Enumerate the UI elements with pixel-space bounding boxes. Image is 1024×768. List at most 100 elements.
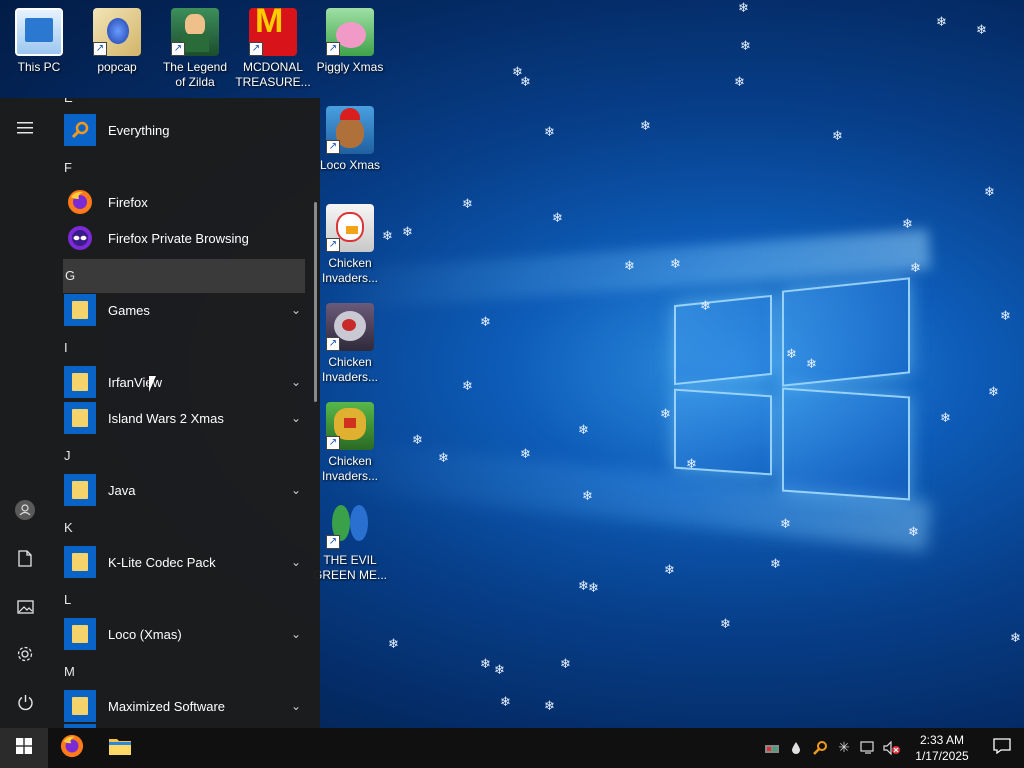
app-label: Island Wars 2 Xmas [108, 410, 224, 426]
snowflake-icon: ❄ [976, 23, 987, 38]
desktop-icon-loco-xmas[interactable]: ↗ Loco Xmas [312, 106, 388, 173]
document-icon [18, 549, 32, 571]
clock-date: 1/17/2025 [915, 749, 969, 763]
desktop-icon-piggly-xmas[interactable]: ↗ Piggly Xmas [312, 8, 388, 75]
app-firefox-private[interactable]: Firefox Private Browsing [60, 220, 306, 256]
volume-muted-icon[interactable] [880, 728, 904, 768]
app-maximized-software[interactable]: Maximized Software ⌄ [60, 688, 306, 724]
snowflake-icon: ❄ [412, 433, 423, 448]
snowflake-icon: ❄ [480, 657, 491, 672]
start-menu-rail [0, 98, 50, 728]
app-java[interactable]: Java ⌄ [60, 472, 306, 508]
chevron-down-icon[interactable]: ⌄ [286, 300, 306, 320]
snowflake-icon: ❄ [832, 129, 843, 144]
snowflake-icon: ❄ [806, 357, 817, 372]
app-loco-xmas[interactable]: Loco (Xmas) ⌄ [60, 616, 306, 652]
app-list-scrollbar[interactable] [314, 202, 317, 402]
user-account-button[interactable] [0, 488, 50, 536]
app-island-wars[interactable]: Island Wars 2 Xmas ⌄ [60, 400, 306, 436]
monitor-icon [15, 8, 63, 56]
snow-icon[interactable]: ✳ [832, 728, 856, 768]
taskbar-file-explorer[interactable] [96, 728, 144, 768]
app-irfanview[interactable]: IrfanView ⌄ [60, 364, 306, 400]
desktop-icon-label: This PC [17, 60, 61, 74]
desktop-icon-chicken-invaders-1[interactable]: ↗ Chicken Invaders... [312, 204, 388, 286]
letter-header[interactable]: M [63, 655, 305, 689]
chevron-down-icon[interactable]: ⌄ [286, 552, 306, 572]
snowflake-icon: ❄ [780, 517, 791, 532]
letter-header[interactable]: F [63, 151, 305, 185]
letter-header[interactable]: L [63, 583, 305, 617]
desktop-icon-label: Piggly Xmas [316, 60, 384, 74]
desktop-icon-popcap[interactable]: ↗ popcap [79, 8, 155, 75]
desktop-icon-evil-green-me[interactable]: ↗ THE EVIL GREEN ME... [312, 501, 388, 583]
shortcut-arrow-icon: ↗ [326, 535, 340, 549]
app-firefox[interactable]: Firefox [60, 184, 306, 220]
firefox-icon [60, 734, 84, 763]
letter-header[interactable]: K [63, 511, 305, 545]
desktop-icon-chicken-invaders-2[interactable]: ↗ Chicken Invaders... [312, 303, 388, 385]
snowflake-icon: ❄ [984, 185, 995, 200]
chevron-down-icon[interactable]: ⌄ [286, 624, 306, 644]
hamburger-icon [17, 119, 33, 138]
desktop-icon-label: MCDONAL TREASURE... [235, 60, 311, 89]
snowflake-icon: ❄ [462, 197, 473, 212]
documents-button[interactable] [0, 536, 50, 584]
start-button[interactable] [0, 728, 48, 768]
clock-time: 2:33 AM [919, 733, 965, 747]
snowflake-icon: ❄ [940, 411, 951, 426]
chevron-down-icon[interactable]: ⌄ [286, 480, 306, 500]
shortcut-arrow-icon: ↗ [326, 42, 340, 56]
app-everything[interactable]: Everything [60, 112, 306, 148]
chevron-down-icon[interactable]: ⌄ [286, 372, 306, 392]
snowflake-icon: ❄ [500, 695, 511, 710]
snowflake-icon: ❄ [770, 557, 781, 572]
letter-header[interactable]: J [63, 439, 305, 473]
desktop-icon-label: The Legend of Zilda [162, 60, 228, 89]
desktop-icon-legend-of-zilda[interactable]: ↗ The Legend of Zilda [157, 8, 233, 90]
app-list[interactable]: E Everything F Firefox Firefox Private B… [50, 98, 320, 728]
water-drop-icon[interactable] [784, 728, 808, 768]
game-icon: ↗ [326, 501, 374, 549]
shortcut-arrow-icon: ↗ [326, 140, 340, 154]
pictures-button[interactable] [0, 584, 50, 632]
desktop-icon-this-pc[interactable]: This PC [1, 8, 77, 75]
snowflake-icon: ❄ [520, 75, 531, 90]
windows-logo-icon [16, 737, 32, 759]
windows-logo-wallpaper [674, 268, 914, 508]
letter-header[interactable]: I [63, 331, 305, 365]
expand-menu-button[interactable] [0, 104, 50, 152]
taskbar-firefox[interactable] [48, 728, 96, 768]
search-icon[interactable] [808, 728, 832, 768]
chevron-down-icon[interactable]: ⌄ [286, 696, 306, 716]
snowflake-icon: ❄ [462, 379, 473, 394]
desktop-icon-mcdonal-treasure[interactable]: M ↗ MCDONAL TREASURE... [235, 4, 311, 90]
snowflake-icon: ❄ [624, 259, 635, 274]
power-button[interactable] [0, 680, 50, 728]
snowflake-icon: ❄ [936, 15, 947, 30]
folder-icon [64, 294, 96, 326]
network-icon[interactable] [760, 728, 784, 768]
app-games[interactable]: Games ⌄ [60, 292, 306, 328]
desktop-icon-label: Chicken Invaders... [321, 454, 379, 483]
power-icon [17, 694, 34, 715]
clock[interactable]: 2:33 AM 1/17/2025 [904, 732, 980, 764]
snowflake-icon: ❄ [578, 423, 589, 438]
settings-button[interactable] [0, 632, 50, 680]
app-k-lite[interactable]: K-Lite Codec Pack ⌄ [60, 544, 306, 580]
snowflake-icon: ❄ [640, 119, 651, 134]
snowflake-icon: ❄ [988, 385, 999, 400]
letter-header[interactable]: G [63, 259, 305, 293]
notifications-button[interactable] [980, 728, 1024, 768]
firefox-icon [64, 186, 96, 218]
game-icon: ↗ [326, 8, 374, 56]
folder-icon [64, 618, 96, 650]
snowflake-icon: ❄ [734, 75, 745, 90]
folder-icon [64, 474, 96, 506]
snowflake-icon: ❄ [902, 217, 913, 232]
shortcut-arrow-icon: ↗ [171, 42, 185, 56]
desktop-icon-chicken-invaders-3[interactable]: ↗ Chicken Invaders... [312, 402, 388, 484]
folder-icon [64, 366, 96, 398]
network-monitor-icon[interactable] [856, 728, 880, 768]
chevron-down-icon[interactable]: ⌄ [286, 408, 306, 428]
